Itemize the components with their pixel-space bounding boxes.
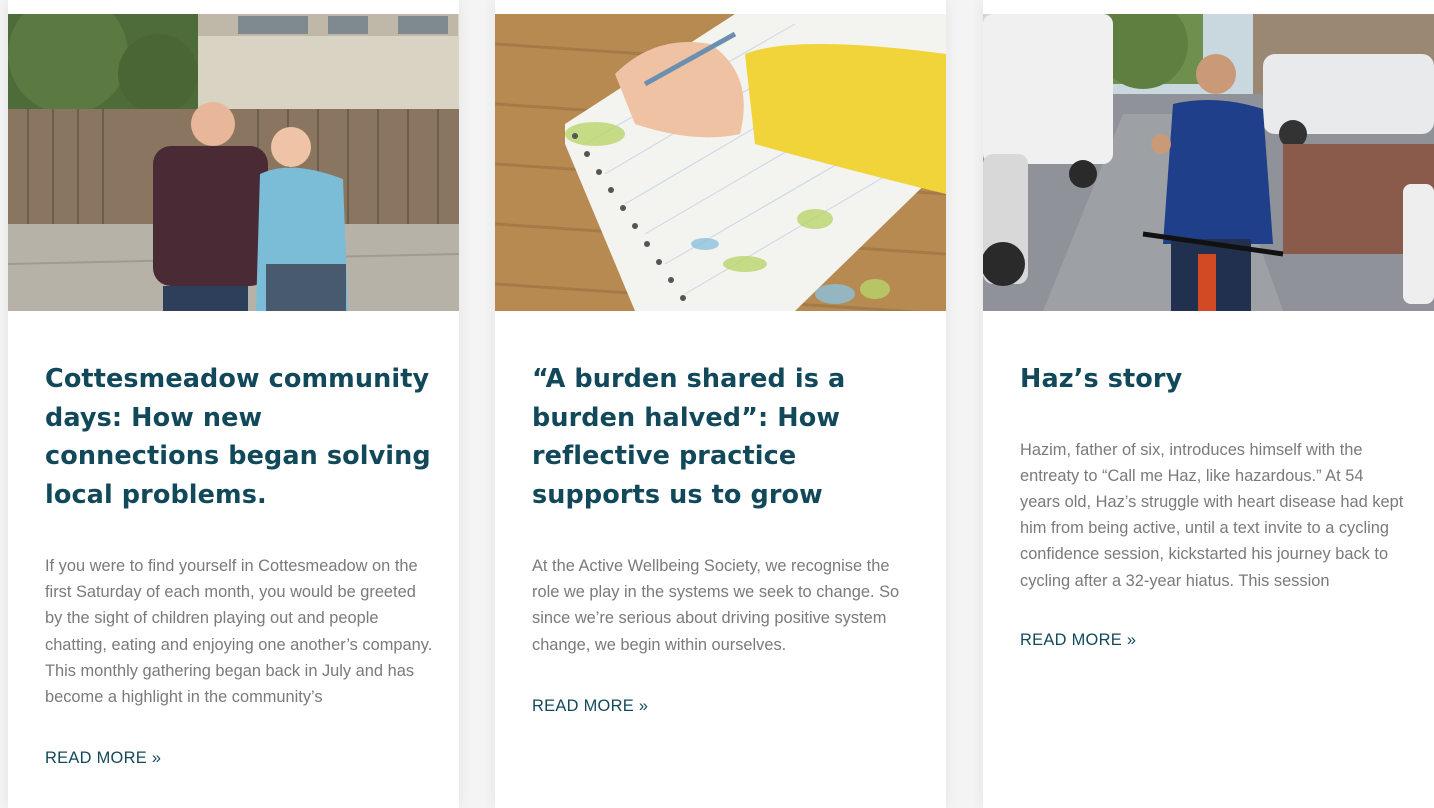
post-image [495, 14, 946, 311]
post-card: Cottesmeadow community days: How new con… [8, 0, 459, 808]
post-title-link[interactable]: Cottesmeadow community days: How new con… [45, 360, 433, 514]
posts-grid: Cottesmeadow community days: How new con… [0, 0, 1434, 808]
post-title-link[interactable]: “A burden shared is a burden halved”: Ho… [532, 360, 920, 514]
read-more-link[interactable]: READ MORE » [1020, 631, 1136, 650]
post-thumbnail-link[interactable] [8, 14, 459, 311]
post-card: “A burden shared is a burden halved”: Ho… [495, 0, 946, 808]
read-more-link[interactable]: READ MORE » [532, 697, 648, 716]
post-image [983, 14, 1434, 311]
post-excerpt: At the Active Wellbeing Society, we reco… [532, 557, 900, 654]
post-content: “A burden shared is a burden halved”: Ho… [532, 360, 920, 716]
post-excerpt: If you were to find yourself in Cottesme… [45, 557, 433, 707]
post-thumbnail-link[interactable] [495, 14, 946, 311]
post-image [8, 14, 459, 311]
post-content: Cottesmeadow community days: How new con… [45, 360, 433, 768]
read-more-link[interactable]: READ MORE » [45, 749, 161, 768]
post-content: Haz’s story Hazim, father of six, introd… [1020, 360, 1408, 650]
post-thumbnail-link[interactable] [983, 14, 1434, 311]
post-title-link[interactable]: Haz’s story [1020, 360, 1408, 399]
post-card: Haz’s story Hazim, father of six, introd… [983, 0, 1434, 808]
post-excerpt: Hazim, father of six, introduces himself… [1020, 440, 1404, 590]
